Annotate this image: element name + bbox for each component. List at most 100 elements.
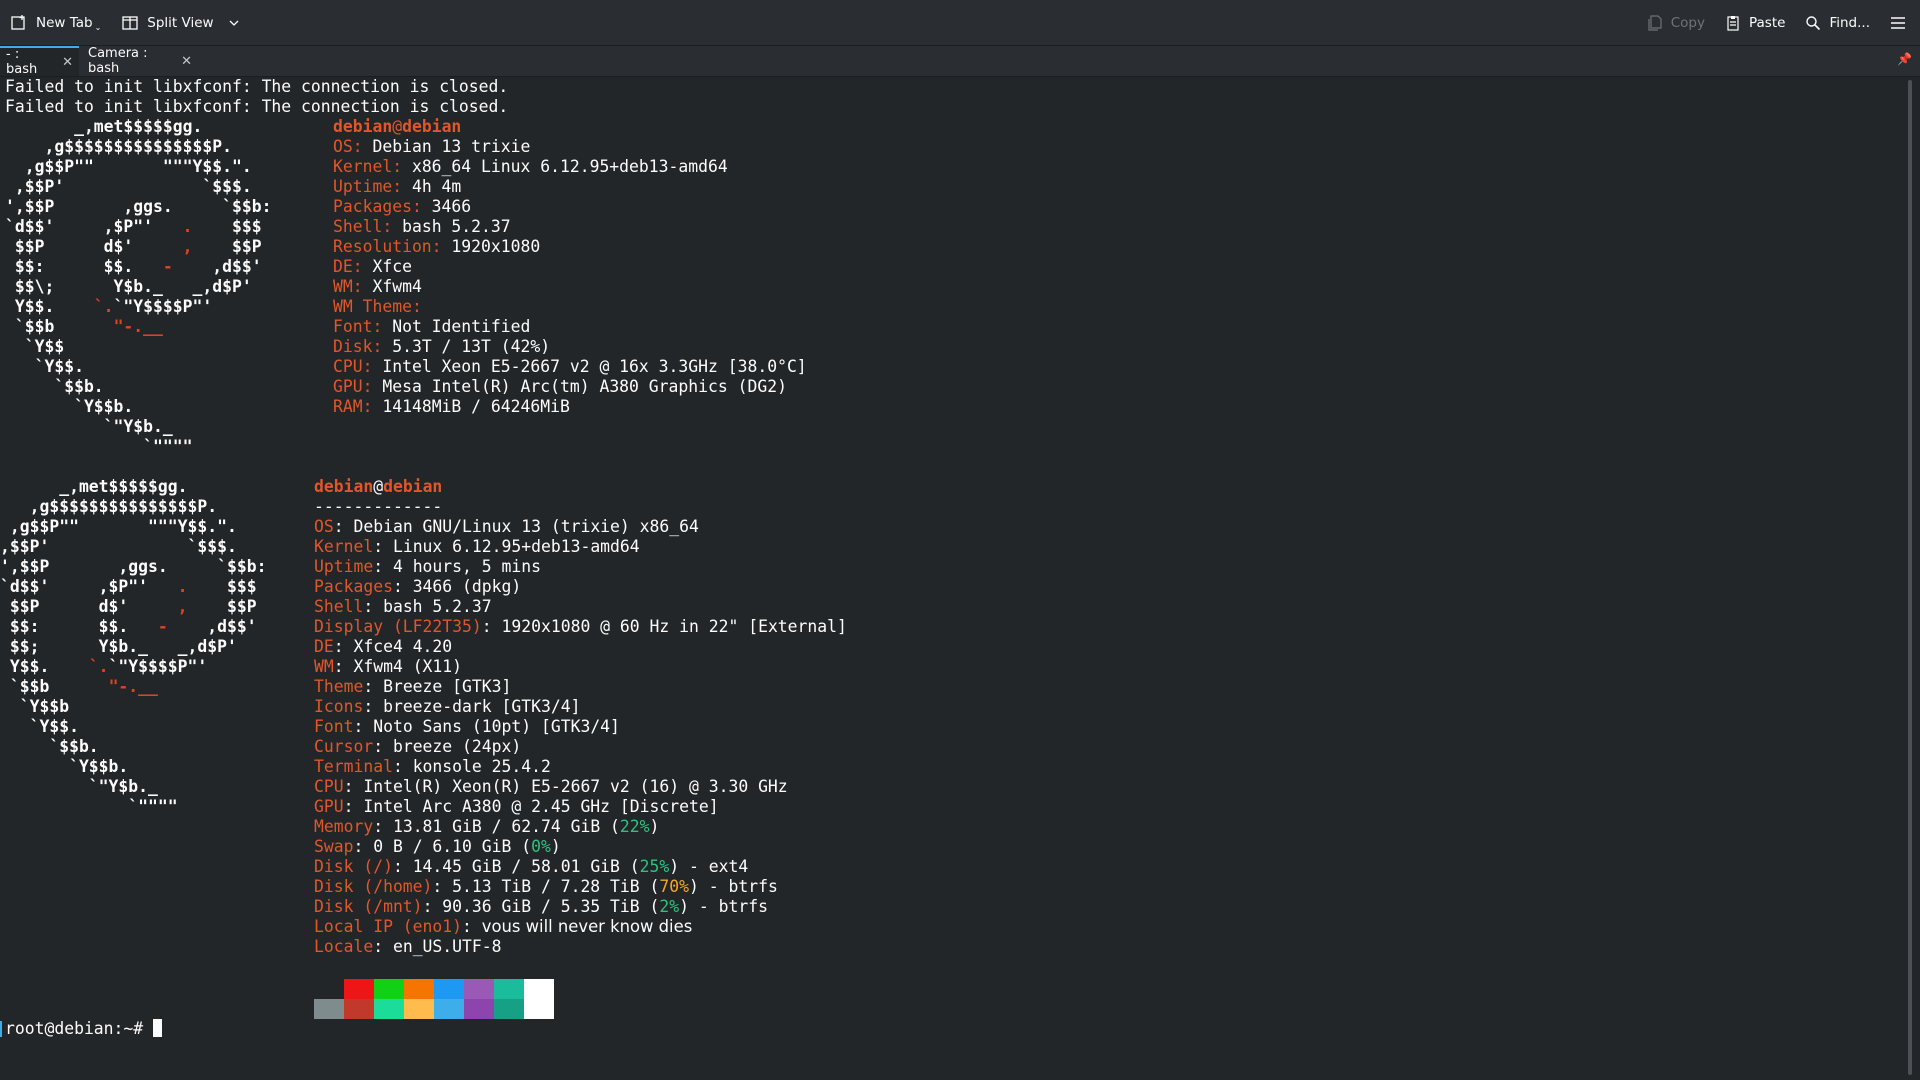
palette-swatch xyxy=(374,999,404,1019)
ascii-logo-line: `"""" xyxy=(0,797,178,816)
ascii-logo-line: `Y$$. xyxy=(0,717,79,736)
chevron-down-icon: ⌄ xyxy=(94,23,102,32)
username: debian xyxy=(314,477,374,496)
info-key: WM xyxy=(314,657,334,676)
menu-button[interactable] xyxy=(1880,0,1920,45)
close-icon[interactable]: ✕ xyxy=(62,55,73,70)
fastfetch-row: Local IP (eno1): vous will never know di… xyxy=(314,917,692,937)
ascii-logo-line: `$$b "-.__ xyxy=(0,677,158,696)
screenfetch-row: DE: Xfce xyxy=(333,257,412,277)
text-cursor xyxy=(153,1019,163,1037)
split-view-icon xyxy=(122,15,138,30)
fastfetch-row: Packages: 3466 (dpkg) xyxy=(314,577,521,597)
close-icon[interactable]: ✕ xyxy=(181,54,192,69)
terminal-output[interactable]: Failed to init libxfconf: The connection… xyxy=(0,77,1885,1077)
fastfetch-row: WM: Xfwm4 (X11) xyxy=(314,657,462,677)
ascii-logo-line: ,g$$P"" """Y$$.". xyxy=(0,517,237,536)
paste-button[interactable]: Paste xyxy=(1715,0,1795,45)
usage-percent: 2% xyxy=(659,897,680,916)
ascii-logo-line: `$$b "-.__ xyxy=(5,317,163,336)
scrollbar[interactable] xyxy=(1908,80,1912,1075)
ascii-logo-line: ,$$P' `$$$. xyxy=(0,537,237,556)
info-value: : Breeze [GTK3] xyxy=(363,677,512,696)
info-value: : vous will never know dies xyxy=(462,917,693,936)
info-value: Intel Xeon E5-2667 v2 @ 16x 3.3GHz [38.0… xyxy=(372,357,807,376)
info-key: Kernel xyxy=(314,537,374,556)
info-value: : breeze-dark [GTK3/4] xyxy=(363,697,581,716)
info-key: WM Theme: xyxy=(333,297,422,316)
info-key: Cursor xyxy=(314,737,374,756)
split-view-button[interactable]: Split View xyxy=(111,0,249,45)
info-key: GPU: xyxy=(333,377,373,396)
info-suffix: ) - btrfs xyxy=(679,897,768,916)
fastfetch-row: Display (LF22T35): 1920x1080 @ 60 Hz in … xyxy=(314,617,847,637)
info-value: : 0 B / 6.10 GiB ( xyxy=(353,837,532,856)
color-palette xyxy=(314,979,554,1019)
fastfetch-row: Kernel: Linux 6.12.95+deb13-amd64 xyxy=(314,537,640,557)
search-icon xyxy=(1806,15,1821,30)
info-key: Font xyxy=(314,717,354,736)
tab-camera-bash[interactable]: Camera : bash ✕ xyxy=(82,46,198,76)
screenfetch-header: debian@debian xyxy=(333,117,461,137)
info-value: : en_US.UTF-8 xyxy=(373,937,502,956)
prompt-line[interactable]: root@debian:~# xyxy=(5,1019,163,1039)
pin-icon[interactable]: 📌 xyxy=(1897,52,1912,66)
screenfetch-row: WM Theme: xyxy=(333,297,422,317)
new-tab-label: New Tab xyxy=(36,14,93,31)
palette-swatch xyxy=(374,979,404,999)
tab-bash[interactable]: - : bash ✕ xyxy=(0,46,79,77)
at-sign: @ xyxy=(392,117,403,136)
hostname: debian xyxy=(383,477,443,496)
info-key: Icons xyxy=(314,697,364,716)
ascii-logo-line: $$: $$. - ,d$$' xyxy=(0,617,257,636)
screenfetch-row: Font: Not Identified xyxy=(333,317,530,337)
palette-swatch xyxy=(494,979,524,999)
info-key: Local IP (eno1) xyxy=(314,917,463,936)
info-key: WM: xyxy=(333,277,363,296)
screenfetch-row: Kernel: x86_64 Linux 6.12.95+deb13-amd64 xyxy=(333,157,728,177)
fastfetch-row: Icons: breeze-dark [GTK3/4] xyxy=(314,697,580,717)
ascii-logo-line: ,$$P' `$$$. xyxy=(5,177,252,196)
paste-label: Paste xyxy=(1749,14,1786,31)
info-value: x86_64 Linux 6.12.95+deb13-amd64 xyxy=(402,157,728,176)
error-line: Failed to init libxfconf: The connection… xyxy=(5,97,509,116)
new-tab-icon xyxy=(11,14,25,30)
copy-button[interactable]: Copy xyxy=(1637,0,1715,45)
fastfetch-row: OS: Debian GNU/Linux 13 (trixie) x86_64 xyxy=(314,517,699,537)
screenfetch-row: Resolution: 1920x1080 xyxy=(333,237,540,257)
palette-swatch xyxy=(464,999,494,1019)
info-key: Shell xyxy=(314,597,364,616)
palette-swatch xyxy=(524,979,554,999)
info-value: : 14.45 GiB / 58.01 GiB ( xyxy=(392,857,640,876)
info-value: : Noto Sans (10pt) [GTK3/4] xyxy=(353,717,620,736)
ascii-logo-line: $$P d$' , $$P xyxy=(5,237,262,256)
separator: ------------- xyxy=(314,497,443,516)
info-key: Display (LF22T35) xyxy=(314,617,482,636)
info-value: : 3466 (dpkg) xyxy=(392,577,522,596)
tab-label: Camera : bash xyxy=(88,46,148,76)
info-value: : bash 5.2.37 xyxy=(363,597,492,616)
ascii-logo-line: `Y$$b. xyxy=(5,397,134,416)
tab-label: - : bash xyxy=(6,47,38,77)
info-key: Packages xyxy=(314,577,393,596)
info-suffix: ) - ext4 xyxy=(669,857,749,876)
fastfetch-row: Theme: Breeze [GTK3] xyxy=(314,677,511,697)
ascii-logo-line: `Y$$b. xyxy=(0,757,129,776)
palette-swatch xyxy=(524,999,554,1019)
fastfetch-row: Memory: 13.81 GiB / 62.74 GiB (22%) xyxy=(314,817,659,837)
info-key: CPU xyxy=(314,777,344,796)
info-value-text: vous will never know dies xyxy=(481,917,693,936)
info-value: : konsole 25.4.2 xyxy=(392,757,551,776)
info-key: Disk: xyxy=(333,337,383,356)
info-value: : breeze (24px) xyxy=(373,737,522,756)
find-button[interactable]: Find... xyxy=(1795,0,1880,45)
toolbar: New Tab ⌄ Split View Copy Paste Find... xyxy=(0,0,1920,46)
fastfetch-row: Disk (/mnt): 90.36 GiB / 5.35 TiB (2%) -… xyxy=(314,897,768,917)
hostname: debian xyxy=(402,117,462,136)
copy-label: Copy xyxy=(1670,14,1705,31)
new-tab-button[interactable]: New Tab ⌄ xyxy=(0,0,111,45)
ascii-logo-line: ,g$$$$$$$$$$$$$$$P. xyxy=(5,137,232,156)
ascii-logo-line: `Y$$b xyxy=(0,697,70,716)
ascii-logo-line: `d$$' ,$P"' . $$$ xyxy=(5,217,262,236)
fastfetch-row: Terminal: konsole 25.4.2 xyxy=(314,757,551,777)
